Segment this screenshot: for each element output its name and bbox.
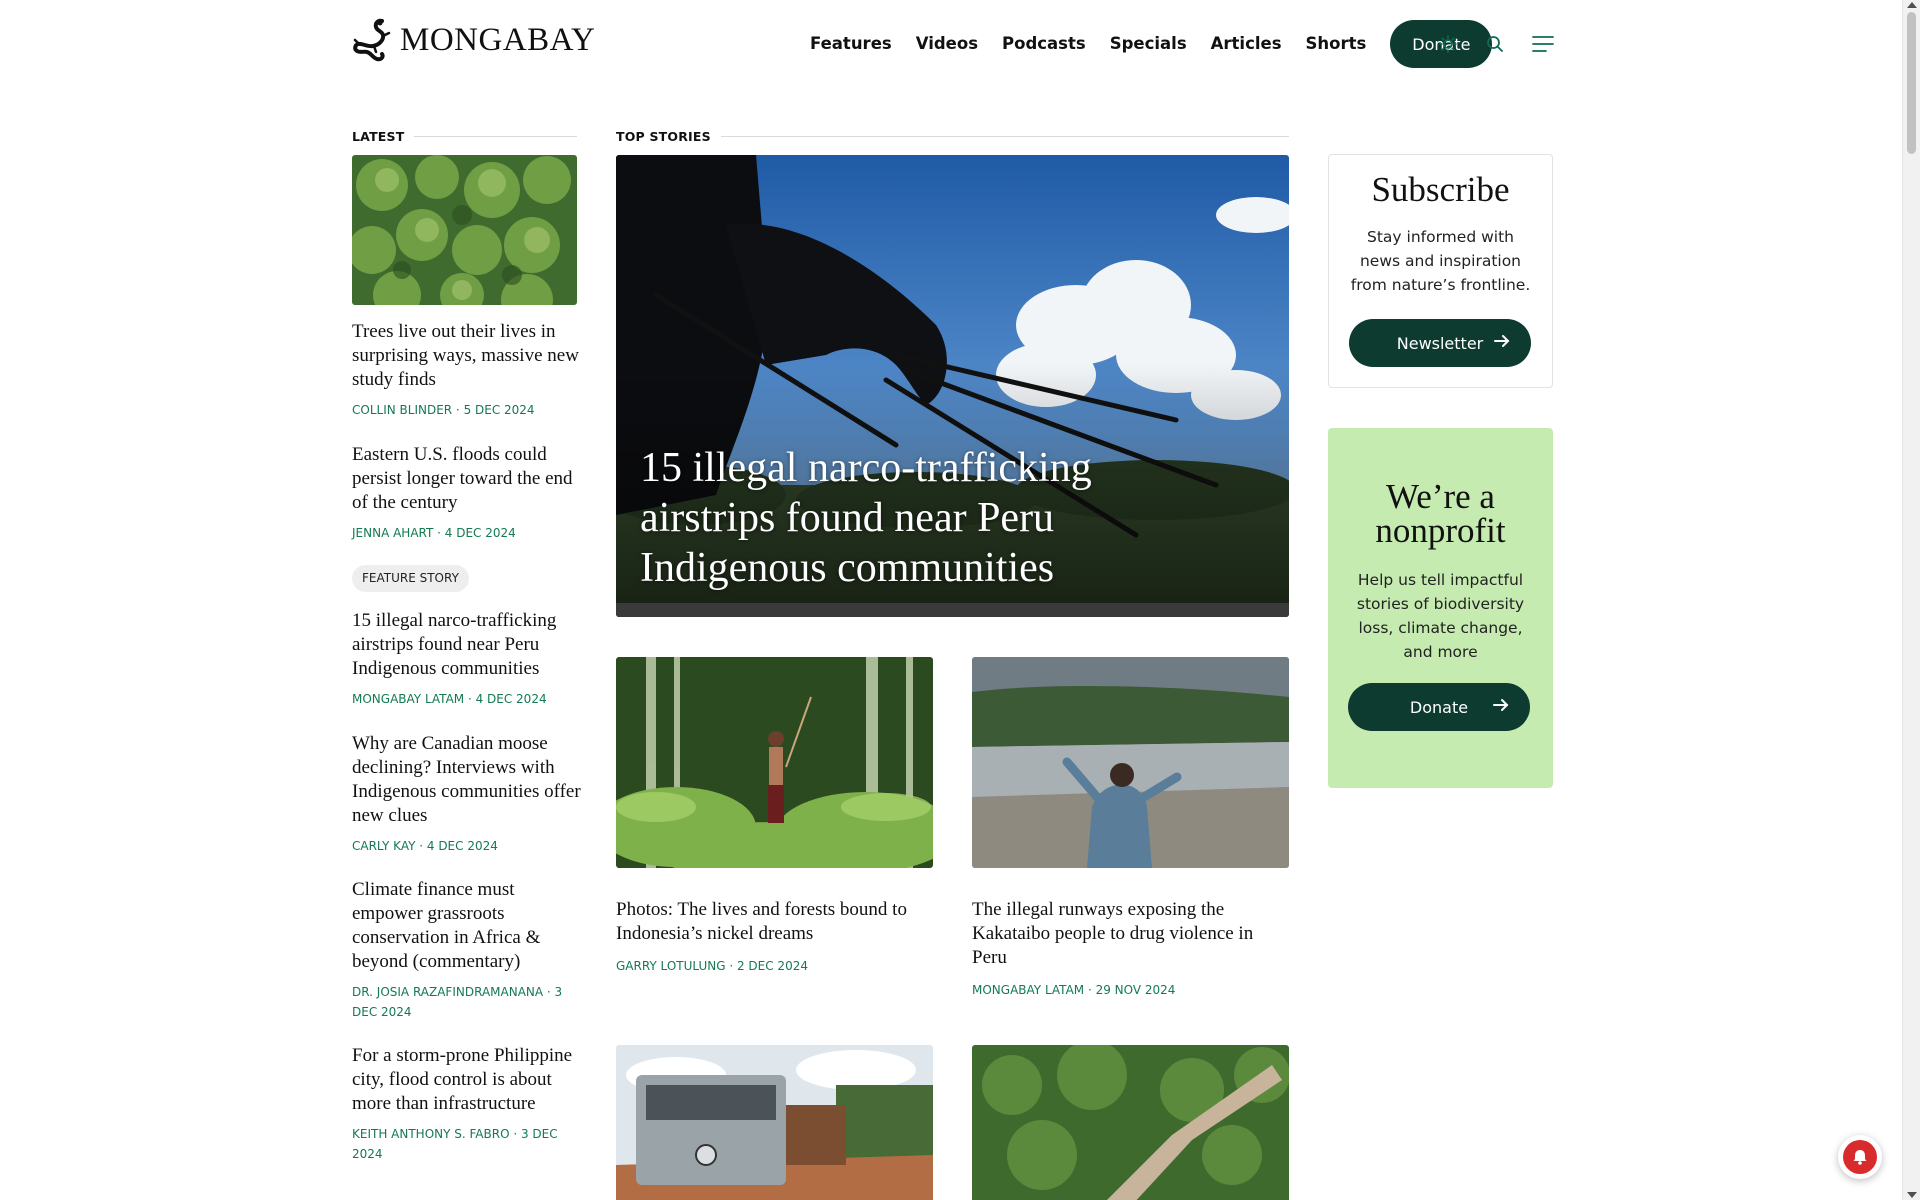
subscribe-box: Subscribe Stay informed with news and in… [1328,154,1553,388]
page-scrollbar[interactable] [1902,0,1920,1200]
scroll-down-arrow-icon[interactable] [1907,1192,1917,1198]
newsletter-button[interactable]: Newsletter [1349,319,1531,367]
story-title[interactable]: The illegal runways exposing the Kakatai… [972,898,1292,970]
nav-shorts[interactable]: Shorts [1306,20,1367,68]
nav-specials[interactable]: Specials [1110,20,1187,68]
nonprofit-donate-button[interactable]: Donate [1348,683,1530,731]
scroll-thumb[interactable] [1907,12,1916,154]
bell-icon [1843,1140,1877,1174]
story-byline[interactable]: KEITH ANTHONY S. FABRO · 3 DEC 2024 [352,1124,582,1164]
story-byline[interactable]: JENNA AHART · 4 DEC 2024 [352,523,582,543]
site-header: MONGABAY Features Videos Podcasts Specia… [0,0,1902,90]
feature-story-badge: FEATURE STORY [352,565,469,592]
story-byline[interactable]: MONGABAY LATAM · 29 NOV 2024 [972,980,1292,1000]
scroll-up-arrow-icon[interactable] [1907,2,1917,8]
latest-heading-label: LATEST [352,129,405,144]
latest-story: Trees live out their lives in surprising… [352,320,582,420]
logo-text: MONGABAY [400,21,596,58]
latest-story: For a storm-prone Philippine city, flood… [352,1044,582,1164]
top-story-card: Photos: The lives and forests bound to I… [616,898,936,976]
card-image-forest-man[interactable] [616,657,933,868]
gecko-logo-icon [353,18,391,62]
story-title[interactable]: Photos: The lives and forests bound to I… [616,898,936,946]
nonprofit-donate-label: Donate [1409,697,1469,717]
latest-story: Climate finance must empower grassroots … [352,878,582,1022]
story-title[interactable]: Climate finance must empower grassroots … [352,878,582,974]
notification-bell-button[interactable] [1838,1135,1882,1179]
nonprofit-title: We’re a nonprofit [1375,477,1506,550]
story-title[interactable]: Trees live out their lives in surprising… [352,320,582,392]
top-stories-heading-label: TOP STORIES [616,129,711,144]
top-stories-heading: TOP STORIES [616,129,1289,144]
nonprofit-box: We’re a nonprofit Help us tell impactful… [1328,428,1553,788]
search-icon[interactable] [1481,30,1509,58]
story-title[interactable]: Why are Canadian moose declining? Interv… [352,732,582,828]
nav-videos[interactable]: Videos [916,20,978,68]
story-title[interactable]: For a storm-prone Philippine city, flood… [352,1044,582,1116]
theme-toggle-icon[interactable] [1434,30,1462,58]
latest-heading: LATEST [352,129,577,144]
logo[interactable]: MONGABAY [352,18,595,62]
hero-title[interactable]: 15 illegal narco-trafficking airstrips f… [640,443,1160,593]
top-story-card: The illegal runways exposing the Kakatai… [972,898,1292,1000]
story-byline[interactable]: MONGABAY LATAM · 4 DEC 2024 [352,689,582,709]
card-image-river-runway[interactable] [972,657,1289,868]
newsletter-button-label: Newsletter [1396,333,1484,353]
heading-rule [414,136,577,137]
nav-features[interactable]: Features [810,20,892,68]
hero-story[interactable]: 15 illegal narco-trafficking airstrips f… [616,155,1289,617]
latest-story: Why are Canadian moose declining? Interv… [352,732,582,856]
menu-icon[interactable] [1529,30,1557,58]
story-byline[interactable]: CARLY KAY · 4 DEC 2024 [352,836,582,856]
story-byline[interactable]: GARRY LOTULUNG · 2 DEC 2024 [616,956,936,976]
nav-podcasts[interactable]: Podcasts [1002,20,1086,68]
story-title[interactable]: 15 illegal narco-trafficking airstrips f… [352,609,582,681]
subscribe-text: Stay informed with news and inspiration … [1350,228,1531,294]
latest-story: 15 illegal narco-trafficking airstrips f… [352,609,582,709]
main-nav: Features Videos Podcasts Specials Articl… [810,20,1493,68]
latest-story: Eastern U.S. floods could persist longer… [352,443,582,543]
card-image-aerial-forest-road[interactable] [972,1045,1289,1200]
story-title[interactable]: Eastern U.S. floods could persist longer… [352,443,582,515]
story-byline[interactable]: COLLIN BLINDER · 5 DEC 2024 [352,400,582,420]
arrow-right-icon [1494,335,1510,347]
subscribe-title: Subscribe [1371,170,1510,209]
nav-articles[interactable]: Articles [1211,20,1282,68]
latest-image-forest-canopy[interactable] [352,155,577,305]
arrow-right-icon [1493,699,1509,711]
story-byline[interactable]: DR. JOSIA RAZAFINDRAMANANA · 3 DEC 2024 [352,982,582,1022]
nonprofit-text: Help us tell impactful stories of biodiv… [1356,571,1525,661]
heading-rule [720,136,1289,137]
card-image-logging-truck[interactable] [616,1045,933,1200]
